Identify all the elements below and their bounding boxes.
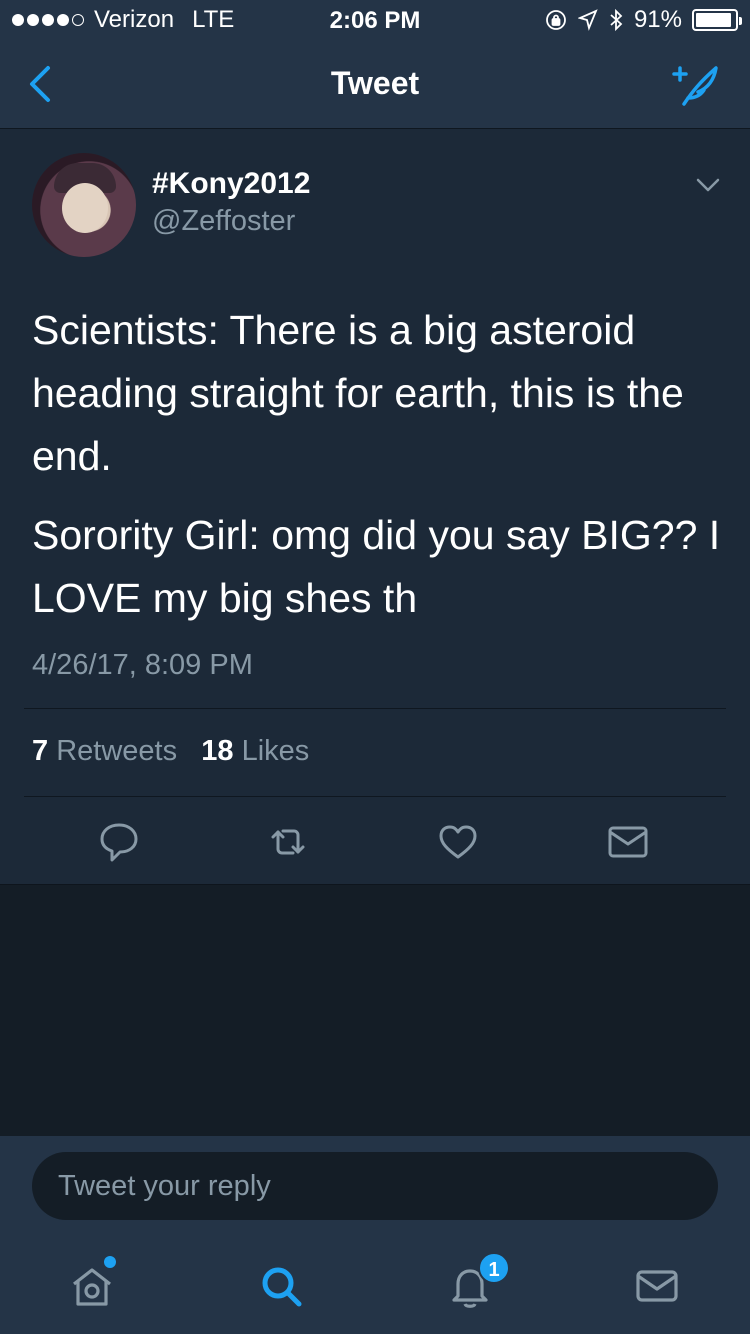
status-bar: Verizon LTE 2:06 PM 91% [0,0,750,40]
like-icon[interactable] [435,819,481,865]
like-count: 18 [201,735,234,767]
carrier-name: Verizon [94,6,175,33]
tweet-actions [0,819,750,869]
battery-icon [692,9,742,31]
likes-stat[interactable]: 18 Likes [201,735,309,767]
orientation-lock-icon [546,10,566,30]
bluetooth-icon [610,8,623,32]
reply-icon[interactable] [96,819,142,865]
divider [24,796,726,797]
tweet-paragraph: Sorority Girl: omg did you say BIG?? I L… [32,512,721,621]
retweet-label: Retweets [56,735,178,767]
messages-icon[interactable] [629,1258,685,1314]
user-handle[interactable]: @Zeffoster [152,205,295,238]
navigation-bar: Tweet [0,40,750,129]
tweet-detail: #Kony2012 @Zeffoster Scientists: There i… [0,129,750,885]
reply-input[interactable] [32,1152,718,1220]
avatar[interactable] [32,153,136,257]
divider [24,708,726,709]
unread-indicator [104,1256,116,1268]
tweet-timestamp: 4/26/17, 8:09 PM [32,649,253,681]
retweets-stat[interactable]: 7 Retweets [32,735,177,767]
network-type: LTE [192,6,235,33]
compose-tweet-icon[interactable] [670,62,722,108]
notification-badge: 1 [478,1252,510,1284]
battery-percent: 91% [633,6,682,33]
like-label: Likes [241,735,310,767]
direct-message-icon[interactable] [605,819,651,865]
tweet-text: Scientists: There is a big asteroid head… [32,299,722,646]
retweet-count: 7 [32,735,49,767]
retweet-icon[interactable] [265,819,311,865]
reply-composer [0,1136,750,1236]
tweet-stats: 7 Retweets 18 Likes [32,735,309,768]
battery-level [696,13,731,27]
signal-strength [12,14,84,26]
tab-bar: 1 [0,1236,750,1334]
search-icon[interactable] [253,1258,309,1314]
display-name[interactable]: #Kony2012 [152,167,310,201]
tweet-paragraph: Scientists: There is a big asteroid head… [32,307,684,479]
location-icon [577,9,598,31]
page-title: Tweet [330,65,420,101]
chevron-down-icon[interactable] [694,175,722,195]
